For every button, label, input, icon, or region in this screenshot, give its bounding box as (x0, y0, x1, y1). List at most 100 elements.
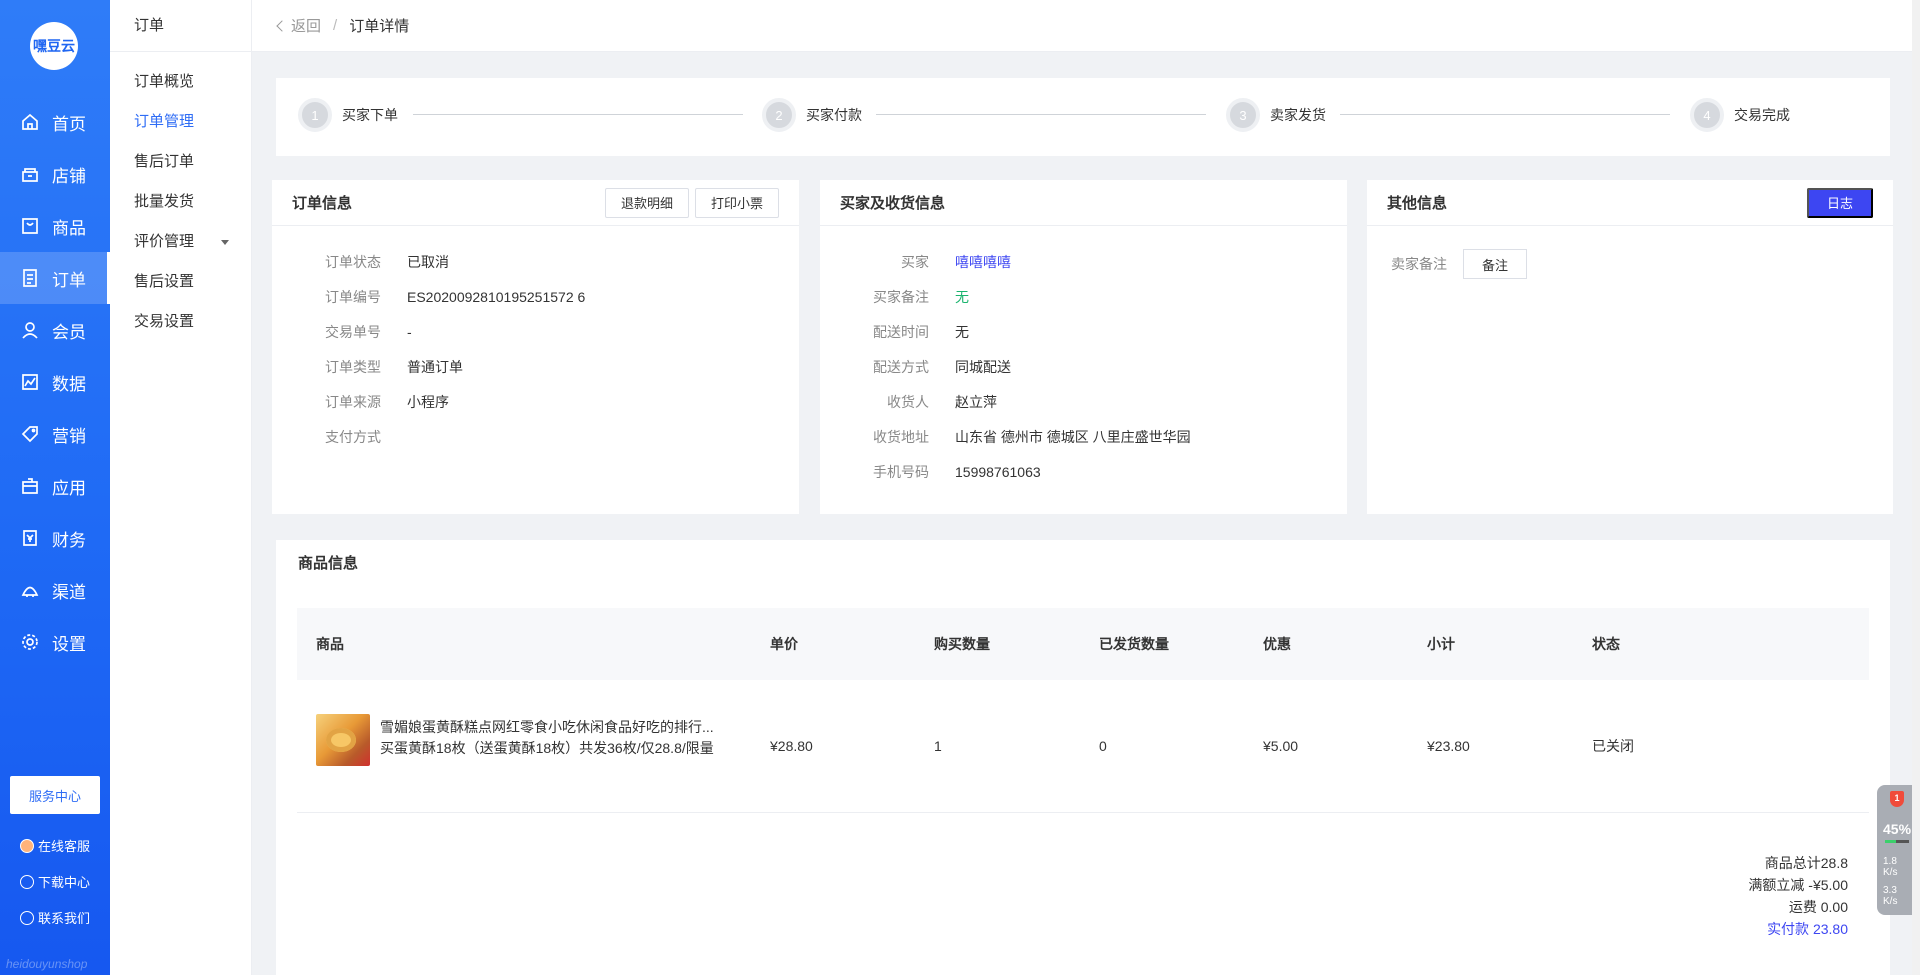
goods-info-header: 商品信息 (276, 540, 1890, 584)
store-icon (20, 164, 40, 184)
nav-item-label: 首页 (52, 114, 86, 134)
unit-price: ¥28.80 (770, 738, 813, 754)
goods-info-card: 商品信息 商品 单价 购买数量 已发货数量 优惠 小计 状态 雪媚娘蛋黄酥糕点网… (276, 540, 1890, 975)
download-unit: K/s (1883, 896, 1898, 907)
info-row: 交易单号 - (272, 314, 799, 349)
subnav-item-review-management[interactable]: 评价管理 (110, 222, 251, 262)
contact-us-link[interactable]: 联系我们 (20, 908, 90, 927)
delivery-method-value: 同城配送 (955, 358, 1011, 375)
subnav-item-batch-shipping[interactable]: 批量发货 (110, 182, 251, 222)
finance-icon (20, 528, 40, 548)
info-key: 手机号码 (873, 463, 929, 480)
back-button[interactable]: 返回 (276, 15, 322, 36)
info-key: 订单类型 (325, 358, 381, 375)
buyer-info-rows: 买家 嘻嘻嘻嘻 买家备注无 配送时间无 配送方式 同城配送 收货人 赵立萍 收货地址山… (820, 226, 1347, 489)
nav-item-label: 店铺 (52, 166, 86, 186)
step-number: 2 (762, 98, 796, 132)
info-key: 收货地址 (873, 428, 929, 445)
info-key: 订单来源 (325, 393, 381, 410)
nav-item-label: 设置 (52, 634, 86, 654)
step-connector (413, 114, 743, 115)
back-label: 返回 (291, 18, 322, 35)
buyer-info-title: 买家及收货信息 (840, 195, 946, 212)
step-connector (1340, 114, 1670, 115)
purchase-quantity: 1 (934, 738, 942, 754)
info-key: 配送时间 (873, 323, 929, 340)
print-receipt-button[interactable]: 打印小票 (694, 187, 779, 218)
info-row: 买家 嘻嘻嘻嘻 (820, 244, 1347, 279)
subnav-item-order-overview[interactable]: 订单概览 (110, 62, 251, 102)
step-2: 2 买家付款 (762, 98, 862, 132)
upload-speed: 1.8 K/s (1883, 856, 1897, 878)
remark-button[interactable]: 备注 (1463, 249, 1528, 279)
download-value: 3.3 (1883, 885, 1897, 896)
subnav-item-after-sale-settings[interactable]: 售后设置 (110, 262, 251, 302)
nav-item-home[interactable]: 首页 (0, 96, 110, 148)
nav-item-settings[interactable]: 设置 (0, 616, 110, 668)
nav-item-data[interactable]: 数据 (0, 356, 110, 408)
goods-thumbnail[interactable] (316, 714, 370, 766)
order-status-value: 已取消 (407, 253, 449, 270)
column-header: 状态 (1592, 636, 1620, 652)
log-button[interactable]: 日志 (1806, 187, 1873, 218)
nav-item-label: 商品 (52, 218, 86, 238)
other-info-card: 其他信息 日志 卖家备注 备注 (1367, 180, 1893, 514)
page-scrollbar[interactable] (1912, 0, 1920, 975)
home-icon (20, 112, 40, 132)
nav-item-member[interactable]: 会员 (0, 304, 110, 356)
info-row: 订单状态 已取消 (272, 244, 799, 279)
nav-item-apps[interactable]: 应用 (0, 460, 110, 512)
goods-name[interactable]: 雪媚娘蛋黄酥糕点网红零食小吃休闲食品好吃的排行... (380, 717, 740, 738)
refund-detail-button[interactable]: 退款明细 (604, 187, 689, 218)
download-center-link[interactable]: 下载中心 (20, 872, 90, 891)
nav-item-label: 财务 (52, 530, 86, 550)
service-center-button[interactable]: 服务中心 (10, 776, 100, 814)
online-service-label: 在线客服 (38, 839, 91, 854)
order-info-title: 订单信息 (292, 195, 353, 212)
chevron-left-icon (276, 19, 288, 32)
nav-item-goods[interactable]: 商品 (0, 200, 110, 252)
status: 已关闭 (1592, 738, 1634, 754)
nav-item-finance[interactable]: 财务 (0, 512, 110, 564)
download-speed: 3.3 K/s (1883, 885, 1897, 907)
nav-item-store[interactable]: 店铺 (0, 148, 110, 200)
upload-unit: K/s (1883, 867, 1898, 878)
receiver-value: 赵立萍 (955, 393, 997, 410)
step-number: 4 (1690, 98, 1724, 132)
info-key: 支付方式 (325, 428, 381, 445)
column-header: 小计 (1427, 636, 1455, 652)
buyer-info-header: 买家及收货信息 (820, 180, 1347, 226)
subnav-item-after-sale-orders[interactable]: 售后订单 (110, 142, 251, 182)
info-key: 订单状态 (325, 253, 381, 270)
info-row: 配送时间 无 (820, 314, 1347, 349)
brand-logo[interactable]: 嘿豆云 (30, 22, 78, 70)
breadcrumb-separator: / (333, 17, 338, 34)
order-icon (20, 268, 40, 288)
chat-icon (20, 910, 34, 925)
subnav-item-order-management[interactable]: 订单管理 (110, 102, 251, 142)
trade-number-value: - (407, 323, 412, 340)
subnav-item-trade-settings[interactable]: 交易设置 (110, 302, 251, 342)
nav-item-order[interactable]: 订单 (0, 252, 110, 304)
goods-text: 雪媚娘蛋黄酥糕点网红零食小吃休闲食品好吃的排行... 买蛋黄酥18枚（送蛋黄酥1… (380, 717, 740, 766)
nav-item-channel[interactable]: 渠道 (0, 564, 110, 616)
info-row: 订单来源 小程序 (272, 384, 799, 419)
subnav-item-label: 评价管理 (134, 233, 195, 250)
nav-item-marketing[interactable]: 营销 (0, 408, 110, 460)
order-source-value: 小程序 (407, 393, 449, 410)
buyer-name-link[interactable]: 嘻嘻嘻嘻 (955, 252, 1011, 272)
discount: ¥5.00 (1263, 738, 1299, 754)
main-nav: 首页 店铺 商品 订单 会员 数据 营销 应用 财务 渠道 设置 (0, 96, 110, 668)
info-key: 收货人 (887, 393, 929, 410)
info-row: 配送方式 同城配送 (820, 349, 1347, 384)
table-header: 商品 单价 购买数量 已发货数量 优惠 小计 状态 (297, 608, 1869, 680)
order-info-rows: 订单状态 已取消 订单编号 ES2020092810195251572 6 交易单号… (272, 226, 799, 454)
system-monitor-widget[interactable]: 1 45% 1.8 K/s 3.3 K/s (1877, 785, 1915, 915)
step-number: 1 (298, 98, 332, 132)
goods-table: 商品 单价 购买数量 已发货数量 优惠 小计 状态 雪媚娘蛋黄酥糕点网红零食小吃… (297, 608, 1869, 813)
goods-info-title: 商品信息 (298, 554, 359, 572)
step-4: 4 交易完成 (1690, 98, 1790, 132)
info-key: 买家 (901, 253, 929, 270)
online-service-link[interactable]: 在线客服 (20, 836, 90, 855)
order-progress-steps: 1 买家下单 2 买家付款 3 卖家发货 4 交易完成 (276, 78, 1890, 156)
